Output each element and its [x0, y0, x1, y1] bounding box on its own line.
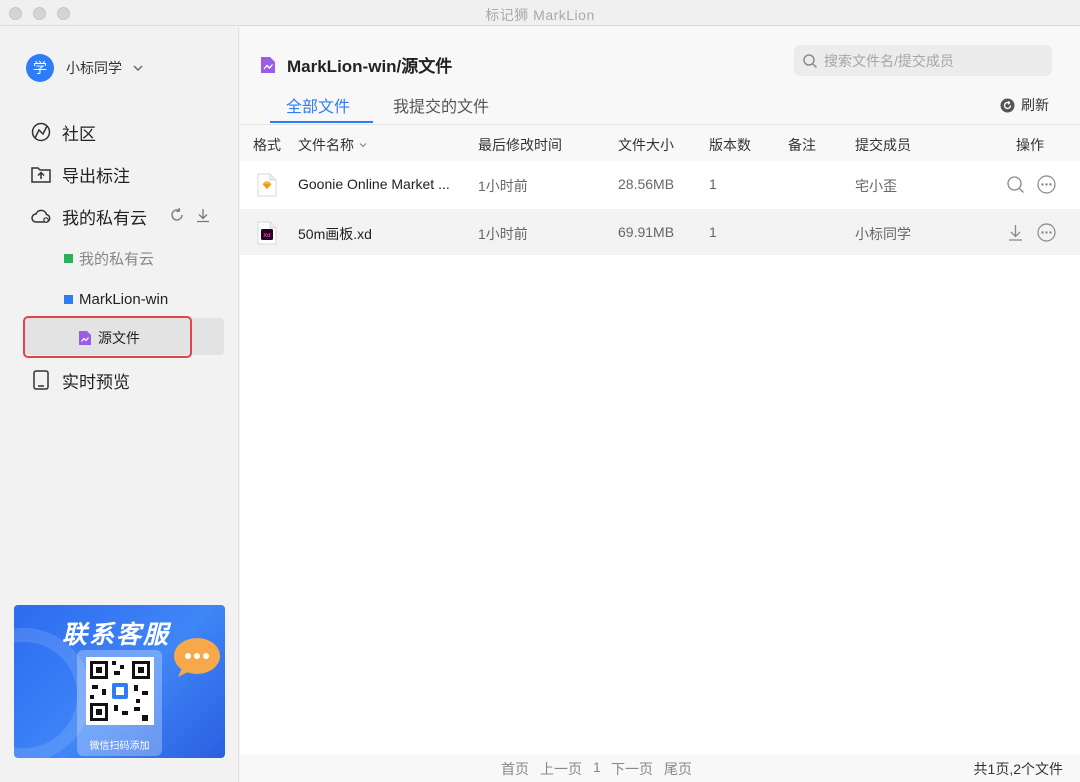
sidebar-item-label: 社区: [62, 124, 96, 144]
column-header: 提交成员: [855, 137, 911, 153]
file-modified: 1小时前: [478, 226, 528, 242]
user-menu[interactable]: 学 小标同学: [26, 53, 144, 83]
column-header: 最后修改时间: [478, 137, 562, 153]
column-header: 备注: [788, 137, 816, 153]
sidebar-item-label: 导出标注: [62, 166, 130, 186]
sidebar: 学 小标同学 社区 导出标注 我的私有云 我的私有云 MarkLion-win: [0, 27, 239, 782]
cloud-child-label: MarkLion-win: [79, 290, 169, 308]
current-page: 1: [593, 759, 601, 775]
tab-all-files[interactable]: 全部文件: [286, 93, 350, 117]
tab-my-files[interactable]: 我提交的文件: [393, 93, 489, 117]
sidebar-item-live-preview[interactable]: 实时预览: [30, 367, 130, 393]
file-modified: 1小时前: [478, 178, 528, 194]
svg-text:Xd: Xd: [263, 233, 270, 239]
sidebar-item-export[interactable]: 导出标注: [30, 161, 130, 187]
file-member: 宅小歪: [855, 178, 897, 194]
refresh-label: 刷新: [1021, 97, 1049, 113]
sidebar-item-label: 我的私有云: [62, 208, 147, 228]
user-name: 小标同学: [66, 60, 122, 76]
qr-code: [86, 657, 154, 725]
prev-page-link[interactable]: 上一页: [540, 759, 582, 779]
first-page-link[interactable]: 首页: [501, 759, 529, 779]
page-title-text: MarkLion-win/源文件: [287, 57, 453, 76]
app-window: 标记狮 MarkLion 学 小标同学 社区 导出标注 我的私有云 我的私有云: [0, 0, 1080, 782]
table-header: 格式 文件名称 最后修改时间 文件大小 版本数 备注 提交成员 操作: [240, 135, 1080, 155]
folder-source-files[interactable]: 源文件: [78, 328, 140, 348]
page-summary: 共1页,2个文件: [973, 761, 1063, 777]
cloud-child-marklion-win[interactable]: MarkLion-win: [64, 288, 168, 310]
file-size: 28.56MB: [618, 176, 675, 192]
file-icon: [79, 331, 91, 345]
table-row[interactable]: Goonie Online Market ... 1小时前 28.56MB 1 …: [240, 161, 1080, 207]
banner-caption: 微信扫码添加: [89, 741, 150, 752]
more-icon[interactable]: [1037, 223, 1056, 242]
sync-icon[interactable]: [169, 207, 185, 223]
pagination: 首页 上一页 1 下一页 尾页 共1页,2个文件: [240, 754, 1080, 782]
download-icon[interactable]: [1006, 223, 1025, 242]
folder-label: 源文件: [98, 330, 140, 346]
divider: [240, 124, 1080, 125]
community-icon: [31, 122, 51, 142]
file-name: 50m画板.xd: [298, 226, 372, 242]
column-header: 操作: [1016, 137, 1044, 153]
export-icon: [31, 167, 51, 183]
cloud-child-my-cloud[interactable]: 我的私有云: [64, 247, 154, 269]
active-tab-indicator: [270, 121, 373, 123]
search-input[interactable]: [824, 52, 1044, 69]
file-name: Goonie Online Market ...: [298, 176, 450, 192]
column-header: 格式: [253, 137, 281, 153]
column-header: 版本数: [709, 137, 751, 153]
title-bar: 标记狮 MarkLion: [0, 0, 1080, 26]
search-icon: [803, 53, 818, 68]
column-header: 文件名称: [298, 137, 354, 153]
column-header: 文件大小: [618, 137, 674, 153]
customer-service-banner[interactable]: 联系客服 微信扫码添加: [14, 605, 225, 758]
avatar: 学: [26, 54, 54, 82]
cloud-child-label: 我的私有云: [79, 250, 155, 268]
sidebar-item-private-cloud[interactable]: 我的私有云: [30, 203, 147, 229]
file-icon: [261, 56, 275, 73]
refresh-icon: [1000, 98, 1015, 112]
sort-chevron-icon: [359, 143, 367, 148]
blue-square-icon: [64, 294, 73, 304]
file-versions: 1: [709, 176, 717, 192]
file-list: Goonie Online Market ... 1小时前 28.56MB 1 …: [240, 161, 1080, 754]
chat-bubble-icon: [174, 638, 220, 677]
file-size: 69.91MB: [618, 224, 675, 240]
tablet-icon: [33, 370, 49, 390]
search-icon[interactable]: [1006, 175, 1025, 194]
last-page-link[interactable]: 尾页: [664, 759, 692, 779]
page-title: MarkLion-win/源文件: [259, 52, 452, 77]
sidebar-item-community[interactable]: 社区: [30, 119, 96, 145]
xd-file-icon: Xd: [257, 221, 277, 245]
refresh-button[interactable]: 刷新: [1000, 95, 1049, 115]
chevron-down-icon: [133, 65, 143, 71]
download-icon[interactable]: [195, 207, 211, 223]
file-member: 小标同学: [855, 226, 911, 242]
table-row[interactable]: Xd 50m画板.xd 1小时前 69.91MB 1 小标同学: [240, 209, 1080, 255]
next-page-link[interactable]: 下一页: [611, 759, 653, 779]
more-icon[interactable]: [1037, 175, 1056, 194]
cloud-icon: [31, 209, 51, 223]
search-box[interactable]: [794, 45, 1052, 76]
sidebar-item-label: 实时预览: [62, 372, 130, 392]
sketch-file-icon: [257, 173, 277, 197]
banner-title: 联系客服: [62, 621, 171, 649]
main-panel: MarkLion-win/源文件 全部文件 我提交的文件 刷新 格式 文件名称 …: [240, 27, 1080, 782]
column-header-sortable[interactable]: 文件名称: [298, 135, 368, 155]
file-versions: 1: [709, 224, 717, 240]
green-square-icon: [64, 253, 73, 263]
window-title: 标记狮 MarkLion: [485, 7, 595, 23]
